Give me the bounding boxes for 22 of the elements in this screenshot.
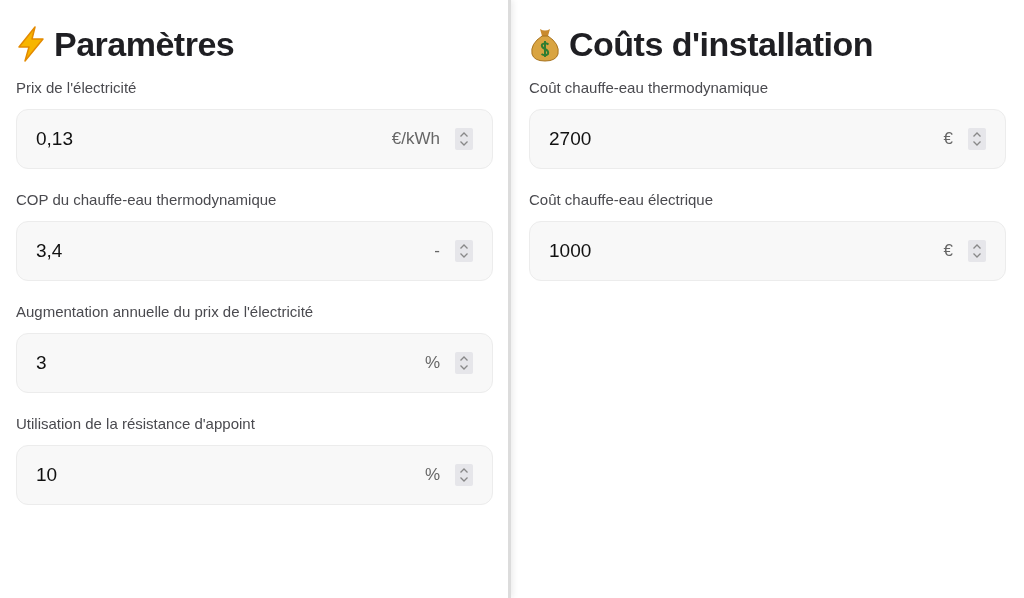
spinner-icon[interactable]	[968, 127, 986, 150]
field-label: Augmentation annuelle du prix de l'électricité	[16, 302, 315, 321]
field-label: COP du chauffe-eau thermodynamique	[16, 190, 278, 209]
unit-label: €/kWh	[391, 128, 440, 149]
spinner-icon[interactable]	[455, 239, 473, 262]
unit-label: -	[434, 240, 440, 261]
section-title: Coûts d'installation	[569, 24, 874, 65]
unit-label: %	[424, 464, 440, 485]
spinner-icon[interactable]	[455, 127, 473, 150]
money-bag-icon	[529, 26, 561, 63]
unit-label: €	[943, 128, 953, 149]
unit-label: €	[943, 240, 953, 261]
field-label: Coût chauffe-eau thermodynamique	[529, 78, 770, 97]
unit-label: %	[424, 352, 440, 373]
field-label: Coût chauffe-eau électrique	[529, 190, 714, 209]
spinner-icon[interactable]	[455, 351, 473, 374]
field-label: Prix de l'électricité	[16, 78, 138, 97]
field-label: Utilisation de la résistance d'appoint	[16, 414, 256, 433]
spinner-icon[interactable]	[455, 463, 473, 486]
section-title: Paramètres	[54, 24, 235, 65]
spinner-icon[interactable]	[968, 239, 986, 262]
lightning-icon	[16, 26, 46, 63]
